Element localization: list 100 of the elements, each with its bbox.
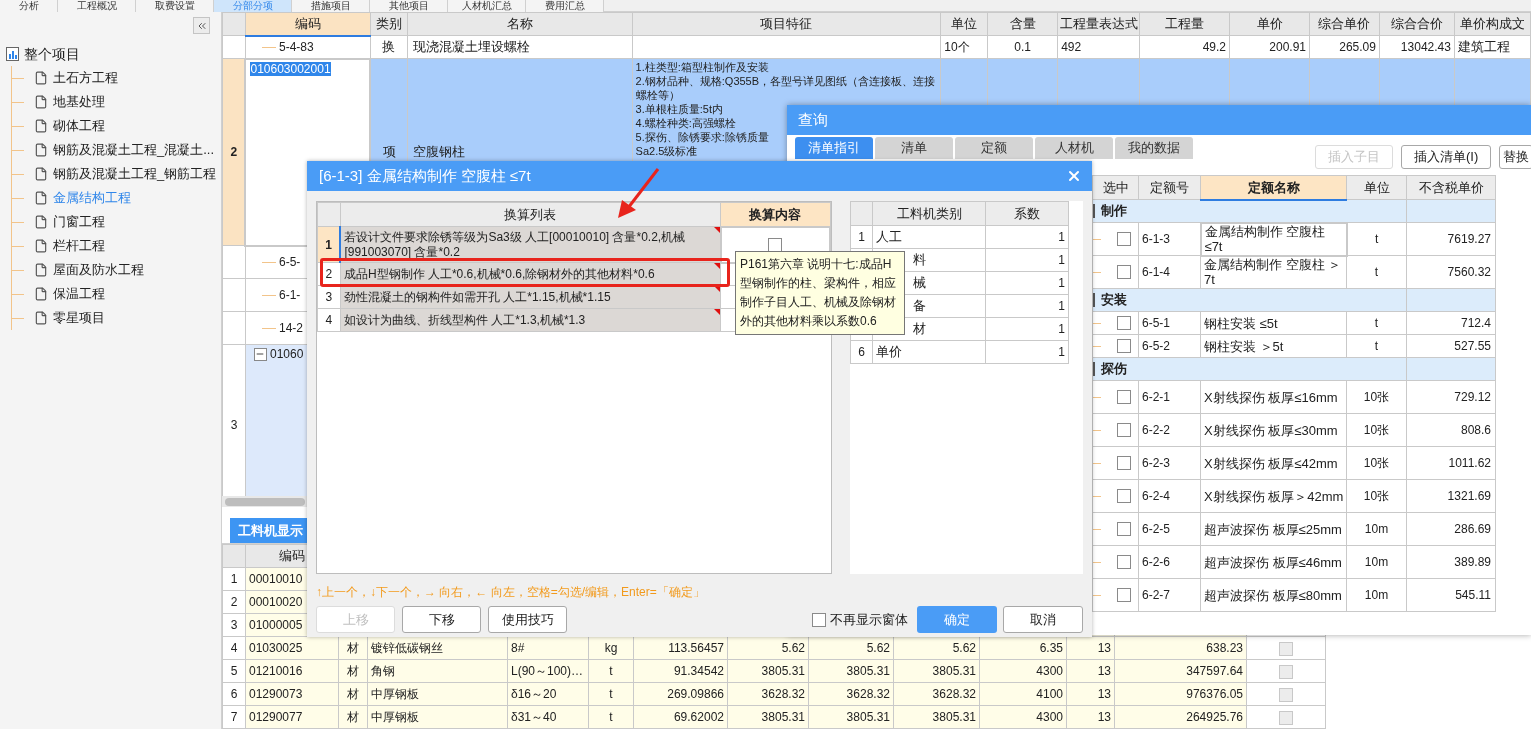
tab[interactable]: 人材机 [1035, 137, 1113, 159]
table-cell[interactable]: 如设计为曲线、折线型构件 人工*1.3,机械*1.3 [340, 308, 721, 332]
tree-item[interactable]: 零星项目 [53, 308, 105, 328]
column-header: 单价构成文 [1454, 12, 1531, 36]
tab[interactable]: 取费设置 [136, 0, 214, 12]
table-cell[interactable]: X射线探伤 板厚≤42mm [1200, 446, 1347, 480]
table-cell[interactable]: 超声波探伤 板厚≤46mm [1200, 545, 1347, 579]
table-cell: 建筑工程 [1454, 35, 1531, 59]
row-number: 1 [222, 567, 246, 591]
table-cell: 10张 [1346, 446, 1407, 480]
table-cell: 单价 [872, 340, 986, 364]
toolbar-button[interactable]: 替换 [1499, 145, 1531, 169]
tree-item[interactable]: 金属结构工程 [53, 188, 131, 208]
table-cell: 286.69 [1406, 512, 1496, 546]
cancel-button[interactable]: 取消 [1003, 606, 1083, 633]
dialog-button[interactable]: 使用技巧 [488, 606, 567, 633]
row-number: 2 [222, 58, 246, 246]
tab[interactable]: 我的数据 [1115, 137, 1193, 159]
checkbox[interactable] [1117, 423, 1131, 437]
table-cell: 347597.64 [1114, 659, 1247, 683]
document-icon [34, 263, 48, 277]
document-icon [34, 119, 48, 133]
table-cell: 1 [985, 340, 1069, 364]
project-icon [5, 46, 21, 62]
tree-item[interactable]: 保温工程 [53, 284, 105, 304]
row-number: 3 [222, 344, 246, 496]
tree-item[interactable]: 砌体工程 [53, 116, 105, 136]
checkbox[interactable] [1279, 710, 1293, 725]
checkbox[interactable] [768, 238, 783, 253]
document-icon [34, 215, 48, 229]
checkbox[interactable] [1117, 489, 1131, 503]
table-cell[interactable]: 金属结构制作 空腹柱 ≤7t [1200, 222, 1347, 256]
table-cell: 1 [985, 317, 1069, 341]
checkbox-label[interactable]: 不再显示窗体 [830, 609, 908, 630]
checkbox[interactable] [1117, 588, 1131, 602]
tab[interactable]: 费用汇总 [526, 0, 604, 12]
checkbox[interactable] [1279, 664, 1293, 679]
table-cell[interactable]: 金属结构制作 空腹柱 ＞7t [1200, 255, 1347, 289]
document-icon [34, 287, 48, 301]
row-number: 4 [317, 308, 341, 332]
tab[interactable]: 人材机汇总 [448, 0, 526, 12]
tab[interactable]: 清单 [875, 137, 953, 159]
tree-item[interactable]: 土石方工程 [53, 68, 118, 88]
table-cell: 镀锌低碳钢丝 [367, 636, 508, 660]
checkbox[interactable] [812, 612, 826, 627]
corner-mark-icon [714, 309, 721, 315]
tree-item[interactable]: 地基处理 [53, 92, 105, 112]
table-cell: 角钢 [367, 659, 508, 683]
row-number: 1 [850, 225, 873, 249]
column-header: 综合单价 [1309, 12, 1380, 36]
table-cell[interactable]: X射线探伤 板厚≤16mm [1200, 380, 1347, 414]
collapse-toggle[interactable] [253, 347, 267, 361]
checkbox[interactable] [1117, 232, 1131, 246]
tab[interactable]: 措施项目 [292, 0, 370, 12]
tree-item[interactable]: 钢筋及混凝土工程_混凝土... [53, 140, 215, 160]
checkbox[interactable] [1117, 390, 1131, 404]
table-cell[interactable]: 超声波探伤 板厚≤80mm [1200, 578, 1347, 612]
feature-line: 1.柱类型:箱型柱制作及安装 [635, 60, 769, 74]
close-icon[interactable] [1066, 168, 1082, 184]
tree-item[interactable]: 门窗工程 [53, 212, 105, 232]
checkbox[interactable] [1117, 522, 1131, 536]
checkbox[interactable] [1279, 687, 1293, 702]
table-cell: 638.23 [1114, 636, 1247, 660]
corner-mark-icon [714, 263, 721, 269]
toolbar-button[interactable]: 插入清单(I) [1401, 145, 1492, 169]
table-cell: 6-5-2 [1138, 334, 1201, 358]
table-cell: 5-4-83 [245, 35, 371, 59]
dialog-button[interactable]: 下移 [402, 606, 481, 633]
tree-item[interactable]: 屋面及防水工程 [53, 260, 144, 280]
table-cell: 6-2-5 [1138, 512, 1201, 546]
table-cell: 264925.76 [1114, 705, 1247, 729]
table-cell[interactable]: X射线探伤 板厚＞42mm [1200, 479, 1347, 513]
tab[interactable]: 工程概况 [58, 0, 136, 12]
checkbox[interactable] [1117, 265, 1131, 279]
checkbox[interactable] [1279, 641, 1293, 656]
table-cell: 712.4 [1406, 311, 1496, 335]
tree-item[interactable]: 栏杆工程 [53, 236, 105, 256]
column-header: 不含税单价 [1406, 175, 1496, 200]
table-cell: 6-2-6 [1138, 545, 1201, 579]
table-cell[interactable]: 超声波探伤 板厚≤25mm [1200, 512, 1347, 546]
table-cell: 1 [985, 294, 1069, 318]
tab[interactable]: 定额 [955, 137, 1033, 159]
horizontal-scrollbar[interactable] [225, 497, 305, 506]
checkbox[interactable] [1117, 316, 1131, 330]
row-number: 6 [850, 340, 873, 364]
checkbox[interactable] [1117, 339, 1131, 353]
checkbox[interactable] [1117, 555, 1131, 569]
table-cell[interactable]: X射线探伤 板厚≤30mm [1200, 413, 1347, 447]
table-cell[interactable]: 钢柱安装 ＞5t [1200, 334, 1347, 358]
checkbox[interactable] [1117, 456, 1131, 470]
tab[interactable]: 其他项目 [370, 0, 448, 12]
table-cell: 265.09 [1309, 35, 1380, 59]
tree-item[interactable]: 整个项目 [24, 43, 80, 65]
collapse-button[interactable] [193, 17, 210, 34]
table-cell[interactable]: 劲性混凝土的钢构件如需开孔 人工*1.15,机械*1.15 [340, 285, 721, 309]
tab[interactable]: 分析 [0, 0, 58, 12]
table-cell: 808.6 [1406, 413, 1496, 447]
tree-item[interactable]: 钢筋及混凝土工程_钢筋工程 [53, 164, 217, 184]
row-number: 4 [222, 636, 246, 660]
table-cell[interactable]: 钢柱安装 ≤5t [1200, 311, 1347, 335]
